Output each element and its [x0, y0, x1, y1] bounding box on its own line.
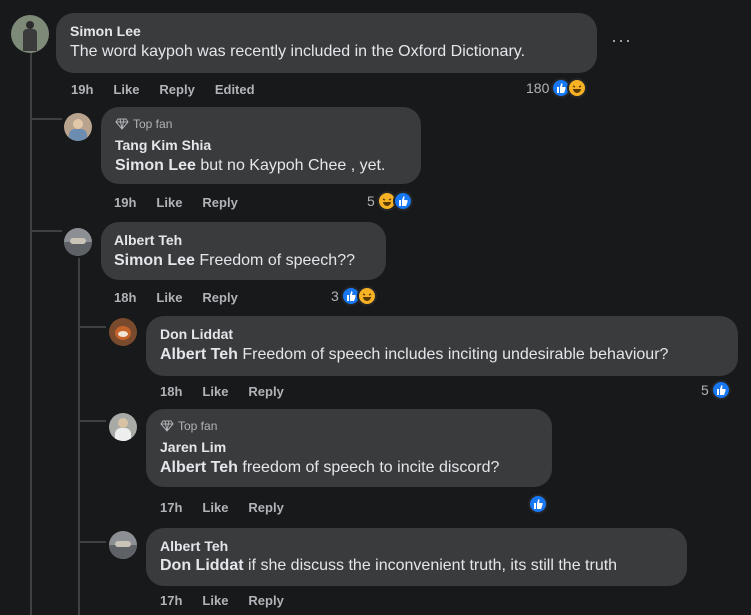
haha-icon [356, 286, 377, 306]
comment-author[interactable]: Jaren Lim [160, 439, 226, 455]
top-fan-badge: Top fan [115, 116, 172, 132]
avatar[interactable] [109, 413, 137, 441]
mention-link[interactable]: Simon Lee [115, 157, 196, 174]
top-fan-label: Top fan [178, 419, 218, 433]
like-button[interactable]: Like [202, 593, 228, 608]
comment-actions: 19h Like Reply Edited [71, 82, 275, 97]
top-fan-badge: Top fan [160, 418, 217, 434]
mention-link[interactable]: Albert Teh [160, 459, 238, 476]
timestamp[interactable]: 19h [71, 82, 93, 97]
reaction-summary[interactable]: 3 [331, 286, 377, 306]
thread-branch [30, 118, 62, 120]
timestamp[interactable]: 18h [114, 290, 136, 305]
like-button[interactable]: Like [156, 195, 182, 210]
like-button[interactable]: Like [156, 290, 182, 305]
comment-body: but no Kaypoh Chee , yet. [195, 157, 386, 174]
comment-body: if she discuss the inconvenient truth, i… [243, 557, 618, 574]
comment-text: Simon Lee but no Kaypoh Chee , yet. [115, 156, 385, 176]
avatar[interactable] [109, 318, 137, 346]
comment-actions: 18h Like Reply [160, 384, 304, 399]
comment-bubble: Albert Teh Don Liddat if she discuss the… [146, 528, 687, 586]
avatar[interactable] [11, 15, 49, 53]
timestamp[interactable]: 17h [160, 500, 182, 515]
like-icon [710, 380, 731, 400]
comment-text: Albert Teh Freedom of speech includes in… [160, 345, 668, 365]
comment-actions: 19h Like Reply [114, 195, 258, 210]
comment-text: Albert Teh freedom of speech to incite d… [160, 458, 499, 478]
timestamp[interactable]: 17h [160, 593, 182, 608]
reaction-count: 180 [526, 80, 550, 96]
reply-button[interactable]: Reply [202, 195, 237, 210]
reaction-count: 5 [367, 193, 375, 209]
reaction-summary[interactable]: 5 [367, 191, 413, 211]
mention-link[interactable]: Simon Lee [114, 252, 195, 269]
thread-branch [78, 541, 106, 543]
comment-text: Don Liddat if she discuss the inconvenie… [160, 556, 617, 576]
mention-link[interactable]: Albert Teh [160, 346, 238, 363]
reply-button[interactable]: Reply [159, 82, 194, 97]
thread-line [78, 258, 80, 615]
thread-branch [78, 326, 106, 328]
mention-link[interactable]: Don Liddat [160, 557, 244, 574]
timestamp[interactable]: 18h [160, 384, 182, 399]
more-options-icon[interactable]: ··· [611, 30, 632, 51]
reaction-count: 5 [701, 382, 709, 398]
reply-button[interactable]: Reply [248, 384, 283, 399]
reaction-summary[interactable] [528, 494, 548, 514]
thread-branch [30, 230, 62, 232]
haha-icon [567, 78, 588, 98]
comment-author[interactable]: Albert Teh [160, 538, 228, 554]
reaction-summary[interactable]: 180 [526, 78, 588, 98]
comment-text: Simon Lee Freedom of speech?? [114, 251, 355, 271]
reply-button[interactable]: Reply [248, 593, 283, 608]
like-button[interactable]: Like [202, 500, 228, 515]
timestamp[interactable]: 19h [114, 195, 136, 210]
comment-author[interactable]: Albert Teh [114, 232, 182, 248]
comment-actions: 17h Like Reply [160, 593, 304, 608]
top-fan-label: Top fan [133, 117, 173, 131]
diamond-icon [160, 420, 174, 432]
comment-text: The word kaypoh was recently included in… [70, 43, 526, 60]
comment-bubble: Top fan Tang Kim Shia Simon Lee but no K… [101, 107, 421, 184]
like-icon [528, 494, 548, 514]
reply-button[interactable]: Reply [202, 290, 237, 305]
comment-author[interactable]: Tang Kim Shia [115, 137, 211, 153]
reaction-count: 3 [331, 288, 339, 304]
comment-actions: 18h Like Reply [114, 290, 258, 305]
comment-author[interactable]: Simon Lee [70, 23, 141, 39]
comment-body: Freedom of speech includes inciting unde… [237, 346, 669, 363]
like-button[interactable]: Like [113, 82, 139, 97]
reply-button[interactable]: Reply [248, 500, 283, 515]
comment-author[interactable]: Don Liddat [160, 326, 233, 342]
comment-actions: 17h Like Reply [160, 500, 304, 515]
comment-bubble: Albert Teh Simon Lee Freedom of speech?? [101, 222, 386, 280]
diamond-icon [115, 118, 129, 130]
comment-body: freedom of speech to incite discord? [237, 459, 500, 476]
thread-branch [78, 420, 106, 422]
avatar[interactable] [64, 113, 92, 141]
comment-body: Freedom of speech?? [194, 252, 355, 269]
like-icon [392, 191, 413, 211]
avatar[interactable] [109, 531, 137, 559]
comment-bubble: Simon Lee The word kaypoh was recently i… [56, 13, 597, 73]
avatar[interactable] [64, 228, 92, 256]
edited-label[interactable]: Edited [215, 82, 255, 97]
comment-bubble: Don Liddat Albert Teh Freedom of speech … [146, 316, 738, 376]
comment-bubble: Top fan Jaren Lim Albert Teh freedom of … [146, 409, 552, 487]
reaction-summary[interactable]: 5 [701, 380, 731, 400]
thread-line [30, 52, 32, 615]
like-button[interactable]: Like [202, 384, 228, 399]
